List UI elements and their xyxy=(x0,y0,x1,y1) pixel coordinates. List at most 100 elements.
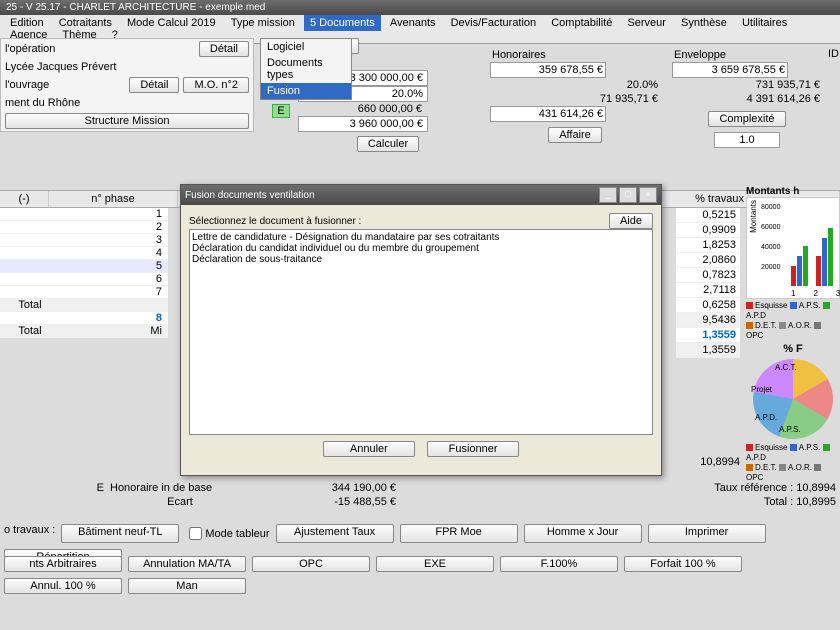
honoraires-ht[interactable]: 359 678,55 € xyxy=(490,62,606,78)
menu-devis[interactable]: Devis/Facturation xyxy=(445,15,543,31)
menu-documents[interactable]: 5 Documents xyxy=(304,15,381,31)
minimize-icon[interactable]: _ xyxy=(599,187,617,203)
affaire-button[interactable]: Affaire xyxy=(548,127,602,143)
menu-mode-calcul[interactable]: Mode Calcul 2019 xyxy=(121,15,222,31)
y-axis-label: Montants xyxy=(749,200,758,233)
aide-button[interactable]: Aide xyxy=(609,213,653,229)
menu-synthese[interactable]: Synthèse xyxy=(675,15,733,31)
phase-list: 1 2 3 4 5 6 7 Total 8 TotalMi xyxy=(0,208,168,338)
bar-chart: Montants 80000600004000020000 123 xyxy=(746,197,840,299)
phase-row[interactable]: 6 xyxy=(0,273,168,286)
enveloppe-ht[interactable]: 3 659 678,55 € xyxy=(672,62,788,78)
mode-tableur-checkbox[interactable] xyxy=(189,527,202,540)
id-column: ID xyxy=(828,48,840,60)
chart-montants-title: Montants h xyxy=(746,186,840,197)
annul100-button[interactable]: Annul. 100 % xyxy=(4,578,122,594)
menu-avenants[interactable]: Avenants xyxy=(384,15,442,31)
pct-8: 1,3559 xyxy=(676,328,740,343)
complexite-button[interactable]: Complexité xyxy=(708,111,785,127)
pct-cell: 0,9909 xyxy=(676,223,740,238)
ttc-field[interactable]: 3 960 000,00 € xyxy=(298,116,428,132)
calculer-button[interactable]: Calculer xyxy=(357,136,419,152)
complexite-field[interactable]: 1.0 xyxy=(714,132,780,148)
phase-row[interactable]: 3 xyxy=(0,234,168,247)
menu-type-mission[interactable]: Type mission xyxy=(225,15,301,31)
documents-dropdown: Logiciel Documents types Fusion xyxy=(260,38,352,100)
arbitraires-button[interactable]: nts Arbitraires xyxy=(4,556,122,572)
ecart-value: -15 488,55 € xyxy=(256,496,396,508)
tva-value: 660 000,00 € xyxy=(298,102,426,116)
dropdown-fusion[interactable]: Fusion xyxy=(261,83,351,99)
modal-title: Fusion documents ventilation xyxy=(185,190,315,201)
left-panel: l'opérationDétail Lycée Jacques Prévert … xyxy=(0,38,254,132)
pct-cell: 2,0860 xyxy=(676,253,740,268)
forfait100-button[interactable]: Forfait 100 % xyxy=(624,556,742,572)
phase-row[interactable]: 2 xyxy=(0,221,168,234)
list-item[interactable]: Lettre de candidature - Désignation du m… xyxy=(192,232,650,243)
honoraires-panel: Honoraires 359 678,55 € 20.0% 71 935,71 … xyxy=(490,48,660,144)
batiment-button[interactable]: Bâtiment neuf-TL xyxy=(61,524,179,543)
mo-button[interactable]: M.O. n°2 xyxy=(183,77,249,93)
phase-row[interactable]: 7 xyxy=(0,286,168,299)
pct-cell: 0,7823 xyxy=(676,268,740,283)
fusion-modal: Fusion documents ventilation _ □ × Sélec… xyxy=(180,184,662,476)
detail-button[interactable]: Détail xyxy=(199,41,249,57)
id-label: ID xyxy=(828,48,840,60)
phase-row-8[interactable]: 8 xyxy=(0,312,168,325)
close-icon[interactable]: × xyxy=(639,187,657,203)
list-item[interactable]: Déclaration du candidat individuel ou du… xyxy=(192,243,650,254)
menu-compta[interactable]: Comptabilité xyxy=(545,15,618,31)
structure-mission-button[interactable]: Structure Mission xyxy=(5,113,249,129)
menu-serveur[interactable]: Serveur xyxy=(621,15,672,31)
honoraires-taux: 20.0% xyxy=(490,78,660,92)
honoraires-ttc[interactable]: 431 614,26 € xyxy=(490,106,606,122)
pct-travaux-column: 0,5215 0,9909 1,8253 2,0860 0,7823 2,711… xyxy=(676,208,740,358)
man-button[interactable]: Man xyxy=(128,578,246,594)
e-indicator: E xyxy=(272,104,290,118)
hommexjour-button[interactable]: Homme x Jour xyxy=(524,524,642,543)
menu-utilitaires[interactable]: Utilitaires xyxy=(736,15,793,31)
chart-legend-1: Esquisse A.P.S. A.P.D D.E.T. A.O.R. OPC xyxy=(746,301,840,341)
departement-label: ment du Rhône xyxy=(5,97,249,109)
chart-legend-2: Esquisse A.P.S. A.P.D D.E.T. A.O.R. OPC xyxy=(746,443,840,483)
fusionner-button[interactable]: Fusionner xyxy=(427,441,519,457)
enveloppe-title: Enveloppe xyxy=(672,48,822,62)
col-phase: n° phase xyxy=(49,191,178,207)
phase-row-selected[interactable]: 5 xyxy=(0,260,168,273)
annuler-button[interactable]: Annuler xyxy=(323,441,415,457)
phase-row[interactable]: 4 xyxy=(0,247,168,260)
annulation-ma-button[interactable]: Annulation MA/TA xyxy=(128,556,246,572)
maximize-icon[interactable]: □ xyxy=(619,187,637,203)
pct-final: 1,3559 xyxy=(676,343,740,358)
total-value: Total : 10,8995 xyxy=(764,496,836,508)
operation-label: l'opération xyxy=(5,43,195,55)
detail2-button[interactable]: Détail xyxy=(129,77,179,93)
enveloppe-tva: 731 935,71 € xyxy=(672,78,822,92)
fpr-button[interactable]: FPR Moe xyxy=(400,524,518,543)
ouvrage-label: l'ouvrage xyxy=(5,79,125,91)
ajustement-button[interactable]: Ajustement Taux xyxy=(276,524,394,543)
pct-cell: 0,5215 xyxy=(676,208,740,223)
opc-button[interactable]: OPC xyxy=(252,556,370,572)
pct-total: 9,5436 xyxy=(676,313,740,328)
pct-cell: 0,6258 xyxy=(676,298,740,313)
phase-total-row-2: TotalMi xyxy=(0,325,168,338)
col-minus: (-) xyxy=(0,191,49,207)
honoraires-tva: 71 935,71 € xyxy=(490,92,660,106)
list-item[interactable]: Déclaration de sous-traitance xyxy=(192,254,650,265)
exe-button[interactable]: EXE xyxy=(376,556,494,572)
phase-row[interactable]: 1 xyxy=(0,208,168,221)
school-name: Lycée Jacques Prévert xyxy=(5,61,249,73)
modal-prompt: Sélectionnez le document à fusionner : xyxy=(189,216,609,227)
enveloppe-ttc: 4 391 614,26 € xyxy=(672,92,822,106)
ecart-label: Ecart xyxy=(110,496,250,508)
pie-title: % F xyxy=(746,343,840,355)
button-row-2: nts Arbitraires Annulation MA/TA OPC EXE… xyxy=(0,552,840,598)
f100-button[interactable]: F.100% xyxy=(500,556,618,572)
fusion-document-list[interactable]: Lettre de candidature - Désignation du m… xyxy=(189,229,653,435)
charts-panel: Montants h Montants 80000600004000020000… xyxy=(746,186,840,485)
hono-base-value: 344 190,00 € xyxy=(256,482,396,494)
dropdown-logiciel[interactable]: Logiciel xyxy=(261,39,351,55)
dropdown-documents-types[interactable]: Documents types xyxy=(261,55,351,83)
imprimer-button[interactable]: Imprimer xyxy=(648,524,766,543)
